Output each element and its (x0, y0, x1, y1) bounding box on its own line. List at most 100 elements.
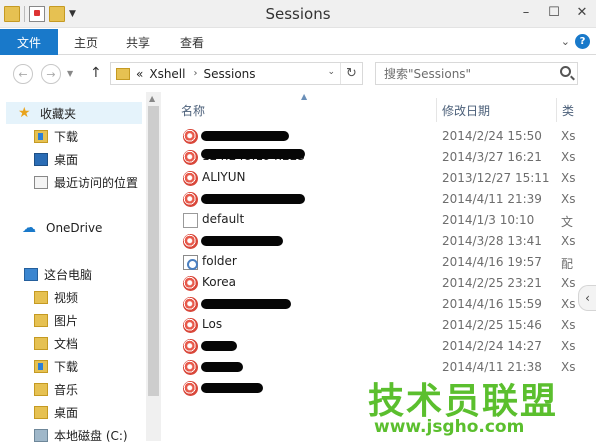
recent-locations-dropdown-icon[interactable]: ▼ (67, 69, 73, 78)
file-date: 2014/2/24 14:27 (442, 339, 542, 353)
xshell-session-icon (183, 297, 198, 312)
file-row[interactable]: 2014/2/24 14:27 Xs (161, 336, 596, 357)
nav-videos[interactable]: 视频 (34, 286, 78, 308)
file-row[interactable]: ALIYUN 2013/12/27 15:11 Xs (161, 168, 596, 189)
redaction-mark (201, 299, 291, 309)
breadcrumb-overflow[interactable]: « (136, 67, 143, 81)
address-bar[interactable]: « Xshell › Sessions ⌄ ↻ (110, 62, 363, 85)
pictures-folder-icon (34, 313, 48, 327)
xshell-session-icon (183, 381, 198, 396)
file-row[interactable]: 2014/3/28 13:41 Xs (161, 231, 596, 252)
file-row[interactable]: 2014/4/11 21:39 Xs (161, 189, 596, 210)
refresh-button[interactable]: ↻ (340, 63, 362, 84)
breadcrumb-sessions[interactable]: Sessions (203, 67, 255, 81)
file-name: folder (202, 254, 237, 268)
nav-desktop-pc[interactable]: 桌面 (34, 401, 78, 423)
search-icon[interactable] (560, 66, 571, 77)
xshell-session-icon (183, 171, 198, 186)
address-dropdown-icon[interactable]: ⌄ (327, 67, 335, 77)
search-input[interactable] (384, 66, 554, 81)
nav-local-disk[interactable]: 本地磁盘 (C:) (34, 424, 128, 446)
column-header-date[interactable]: 修改日期 (436, 98, 556, 122)
file-row[interactable]: 124.248.194.223 2014/3/27 16:21 Xs (161, 147, 596, 168)
nav-this-pc[interactable]: 这台电脑 (24, 263, 92, 285)
xshell-session-icon (183, 318, 198, 333)
file-row[interactable]: folder 2014/4/16 19:57 配 (161, 252, 596, 273)
redaction-mark (201, 149, 305, 159)
nav-music[interactable]: 音乐 (34, 378, 78, 400)
file-name: ALIYUN (202, 170, 246, 184)
xshell-session-icon (183, 360, 198, 375)
watermark: 技术员联盟 www.jsgho.com (364, 372, 596, 441)
maximize-button[interactable]: ☐ (540, 0, 568, 24)
expand-ribbon-icon[interactable]: ⌄ (561, 35, 570, 48)
file-row[interactable]: Korea 2014/2/25 23:21 Xs (161, 273, 596, 294)
nav-documents[interactable]: 文档 (34, 332, 78, 354)
file-date: 2014/4/16 19:57 (442, 255, 542, 269)
nav-favorites[interactable]: ★ 收藏夹 (6, 102, 142, 124)
xshell-session-icon (183, 276, 198, 291)
file-date: 2013/12/27 15:11 (442, 171, 550, 185)
videos-folder-icon (34, 290, 48, 304)
help-icon[interactable]: ? (575, 34, 590, 49)
file-row[interactable]: default 2014/1/3 10:10 文 (161, 210, 596, 231)
nav-recent[interactable]: 最近访问的位置 (34, 171, 138, 193)
preview-pane-toggle-icon[interactable]: ‹ (578, 285, 596, 311)
window-title: Sessions (265, 5, 331, 23)
file-date: 2014/2/25 23:21 (442, 276, 542, 290)
scroll-up-icon[interactable]: ▲ (149, 94, 155, 103)
documents-folder-icon (34, 336, 48, 350)
nav-desktop-label: 桌面 (54, 152, 79, 167)
file-type: 文 (561, 215, 574, 229)
tab-file[interactable]: 文件 (0, 29, 58, 55)
config-file-icon (183, 255, 198, 270)
nav-onedrive[interactable]: ☁ OneDrive (22, 217, 102, 239)
tab-view[interactable]: 查看 (172, 29, 212, 55)
column-header-type[interactable]: 类 (556, 98, 596, 122)
tab-home[interactable]: 主页 (66, 29, 106, 55)
file-type: Xs (561, 318, 576, 332)
nav-videos-label: 视频 (54, 290, 79, 305)
file-name: Korea (202, 275, 237, 289)
column-header-name[interactable]: 名称 (181, 98, 436, 122)
star-icon: ★ (18, 105, 31, 121)
nav-pane-scrollbar[interactable]: ▲ (146, 92, 161, 441)
nav-downloads[interactable]: 下载 (34, 125, 78, 147)
nav-downloads-pc[interactable]: 下载 (34, 355, 78, 377)
search-box[interactable] (375, 62, 578, 85)
document-icon (183, 213, 198, 228)
nav-pictures[interactable]: 图片 (34, 309, 78, 331)
nav-music-label: 音乐 (54, 382, 79, 397)
file-rows: 2014/2/24 15:50 Xs 124.248.194.223 2014/… (161, 126, 596, 399)
back-button[interactable]: ← (13, 64, 33, 84)
xshell-session-icon (183, 129, 198, 144)
breadcrumb-separator-icon[interactable]: › (193, 68, 197, 79)
file-type: Xs (561, 150, 576, 164)
file-date: 2014/2/25 15:46 (442, 318, 542, 332)
file-date: 2014/2/24 15:50 (442, 129, 542, 143)
scrollbar-thumb[interactable] (148, 106, 159, 396)
navigation-pane: ★ 收藏夹 下载 桌面 最近访问的位置 ☁ OneDrive 这台电脑 视频 图… (0, 92, 145, 443)
file-type: Xs (561, 171, 576, 185)
forward-button[interactable]: → (41, 64, 61, 84)
file-row[interactable]: Los 2014/2/25 15:46 Xs (161, 315, 596, 336)
cloud-icon: ☁ (22, 220, 36, 236)
redaction-mark (201, 236, 283, 246)
file-type: 配 (561, 257, 574, 271)
redaction-mark (201, 362, 243, 372)
close-button[interactable]: ✕ (568, 0, 596, 24)
xshell-session-icon (183, 339, 198, 354)
file-row[interactable]: 2014/2/24 15:50 Xs (161, 126, 596, 147)
file-type: Xs (561, 129, 576, 143)
nav-onedrive-label: OneDrive (46, 221, 103, 235)
up-button[interactable]: ↑ (90, 65, 102, 81)
redaction-mark (201, 383, 263, 393)
minimize-button[interactable]: – (512, 0, 540, 24)
file-date: 2014/1/3 10:10 (442, 213, 535, 227)
downloads-folder-icon (34, 129, 48, 143)
downloads-folder-icon (34, 359, 48, 373)
breadcrumb-xshell[interactable]: Xshell (149, 67, 185, 81)
nav-desktop[interactable]: 桌面 (34, 148, 78, 170)
file-row[interactable]: 2014/4/16 15:59 Xs (161, 294, 596, 315)
tab-share[interactable]: 共享 (118, 29, 158, 55)
